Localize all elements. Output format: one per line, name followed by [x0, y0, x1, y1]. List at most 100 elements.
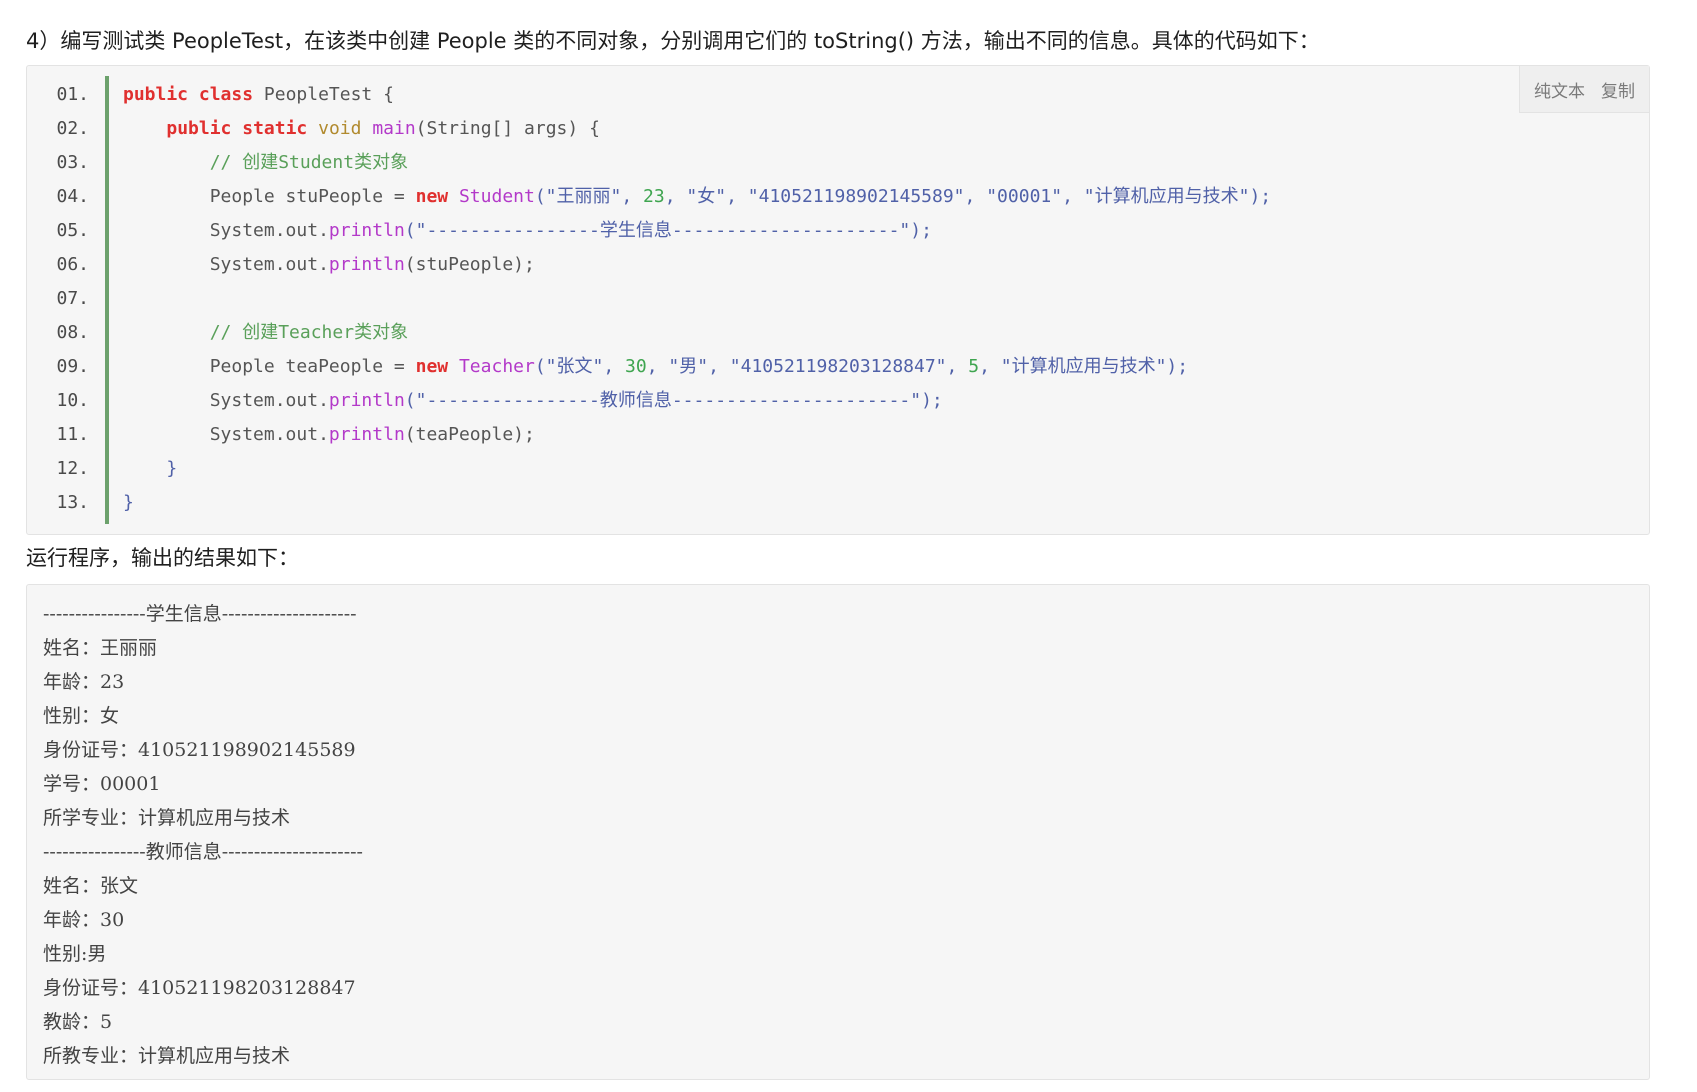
code-line: // 创建Student类对象 [123, 146, 1629, 180]
code-text: , [1062, 186, 1084, 207]
code-keyword: public [123, 84, 189, 105]
code-text: System.out. [209, 424, 329, 445]
code-brace: } [123, 492, 134, 513]
output-line: ----------------教师信息--------------------… [43, 841, 363, 863]
code-function: println [328, 390, 405, 411]
line-number: 02. [56, 118, 89, 139]
code-text: System.out. [209, 254, 329, 275]
line-number: 01. [56, 84, 89, 105]
code-keyword: new [415, 356, 449, 377]
code-text: , [708, 356, 730, 377]
code-text: (teaPeople); [404, 424, 535, 445]
line-number: 07. [56, 288, 89, 309]
code-text: System.out. [209, 220, 329, 241]
code-text: , [621, 186, 644, 207]
line-number: 05. [56, 220, 89, 241]
code-class-name: Student [458, 186, 535, 207]
code-keyword: public [166, 118, 232, 139]
line-number: 13. [56, 492, 89, 513]
code-string: ("王丽丽" [534, 186, 622, 207]
result-heading: 运行程序，输出的结果如下： [26, 546, 299, 570]
line-number: 06. [56, 254, 89, 275]
code-line: System.out.println("----------------教师信息… [123, 384, 1629, 418]
output-line: 年龄：23 [43, 671, 125, 693]
code-string: "计算机应用与技术"); [1083, 186, 1272, 207]
code-comment: // 创建Teacher类对象 [209, 322, 409, 343]
code-text: , [646, 356, 669, 377]
intro-paragraph: 4）编写测试类 PeopleTest，在该类中创建 People 类的不同对象，… [26, 29, 1320, 53]
code-class-name: Teacher [458, 356, 535, 377]
code-line: People stuPeople = new Student("王丽丽", 23… [123, 180, 1629, 214]
code-number: 5 [968, 356, 980, 377]
output-line: 所教专业：计算机应用与技术 [43, 1045, 291, 1067]
code-text: , [964, 186, 987, 207]
output-line: 姓名：王丽丽 [43, 637, 158, 659]
code-string: "410521198902145589" [747, 186, 965, 207]
code-text: , [946, 356, 969, 377]
code-text: , [664, 186, 687, 207]
gutter-divider [105, 76, 109, 524]
line-number: 11. [56, 424, 89, 445]
code-brace: } [166, 458, 178, 479]
line-number: 08. [56, 322, 89, 343]
line-number-gutter: 01. 02. 03. 04. 05. 06. 07. 08. 09. 10. … [27, 78, 89, 520]
code-keyword: static [242, 118, 308, 139]
code-text: , [603, 356, 626, 377]
code-string: ("张文" [534, 356, 604, 377]
code-line: System.out.println(teaPeople); [123, 418, 1629, 452]
code-function: println [328, 424, 405, 445]
code-line: // 创建Teacher类对象 [123, 316, 1629, 350]
code-text: (String[] args) { [415, 118, 600, 139]
output-line: 姓名：张文 [43, 875, 139, 897]
code-text: (stuPeople); [404, 254, 535, 275]
output-line: 教龄：5 [43, 1011, 113, 1033]
code-text: People teaPeople = [209, 356, 416, 377]
code-line: People teaPeople = new Teacher("张文", 30,… [123, 350, 1629, 384]
code-string: ("----------------教师信息------------------… [404, 390, 943, 411]
line-number: 10. [56, 390, 89, 411]
code-line: System.out.println("----------------学生信息… [123, 214, 1629, 248]
code-lines: public class PeopleTest { public static … [123, 78, 1629, 520]
output-line: 年龄：30 [43, 909, 125, 931]
code-block: 纯文本 复制 01. 02. 03. 04. 05. 06. 07. 08. 0… [26, 65, 1650, 535]
output-line: 性别：女 [43, 705, 120, 727]
code-function: println [328, 220, 405, 241]
code-line: public static void main(String[] args) { [123, 112, 1629, 146]
output-line: 学号：00001 [43, 773, 161, 795]
code-string: "410521198203128847" [729, 356, 947, 377]
code-line: } [123, 452, 1629, 486]
code-string: "计算机应用与技术"); [1000, 356, 1189, 377]
line-number: 09. [56, 356, 89, 377]
line-number: 12. [56, 458, 89, 479]
output-line: 身份证号：410521198902145589 [43, 739, 356, 761]
code-comment: // 创建Student类对象 [209, 152, 409, 173]
code-line: public class PeopleTest { [123, 78, 1629, 112]
code-type: void [318, 118, 362, 139]
code-keyword: class [198, 84, 254, 105]
code-number: 30 [625, 356, 647, 377]
output-lines: ----------------学生信息--------------------… [43, 597, 363, 1073]
code-number: 23 [643, 186, 665, 207]
code-keyword: new [415, 186, 449, 207]
output-line: ----------------学生信息--------------------… [43, 603, 357, 625]
output-line: 所学专业：计算机应用与技术 [43, 807, 291, 829]
code-string: "00001" [986, 186, 1063, 207]
code-string: "男" [668, 356, 709, 377]
code-text: , [726, 186, 748, 207]
code-text: People stuPeople = [209, 186, 416, 207]
output-line: 性别:男 [43, 943, 107, 965]
output-block: ----------------学生信息--------------------… [26, 584, 1650, 1080]
code-line: System.out.println(stuPeople); [123, 248, 1629, 282]
code-string: "女" [686, 186, 727, 207]
line-number: 04. [56, 186, 89, 207]
code-text: , [979, 356, 1001, 377]
code-function: println [328, 254, 405, 275]
code-line: } [123, 486, 1629, 520]
code-text: System.out. [209, 390, 329, 411]
code-function: main [372, 118, 416, 139]
code-string: ("----------------学生信息------------------… [404, 220, 932, 241]
output-line: 身份证号：410521198203128847 [43, 977, 356, 999]
line-number: 03. [56, 152, 89, 173]
code-text: PeopleTest { [253, 84, 394, 105]
